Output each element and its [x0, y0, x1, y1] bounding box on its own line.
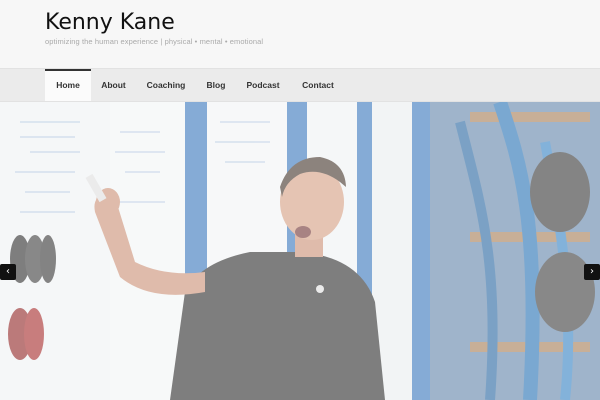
main-nav: Home About Coaching Blog Podcast Contact: [0, 68, 600, 102]
site-header: Kenny Kane optimizing the human experien…: [0, 0, 600, 68]
hero-overlay: [0, 102, 600, 400]
site-title[interactable]: Kenny Kane: [45, 10, 175, 35]
nav-item-contact[interactable]: Contact: [290, 69, 346, 101]
nav-item-blog[interactable]: Blog: [196, 69, 236, 101]
site-tagline: optimizing the human experience | physic…: [45, 37, 264, 46]
nav-item-coaching[interactable]: Coaching: [136, 69, 196, 101]
nav-item-podcast[interactable]: Podcast: [236, 69, 290, 101]
nav-item-home[interactable]: Home: [45, 69, 91, 101]
nav-item-about[interactable]: About: [91, 69, 136, 101]
hero-slider: [0, 102, 600, 400]
slider-next-button[interactable]: ›: [584, 264, 600, 280]
slider-prev-button[interactable]: ‹: [0, 264, 16, 280]
